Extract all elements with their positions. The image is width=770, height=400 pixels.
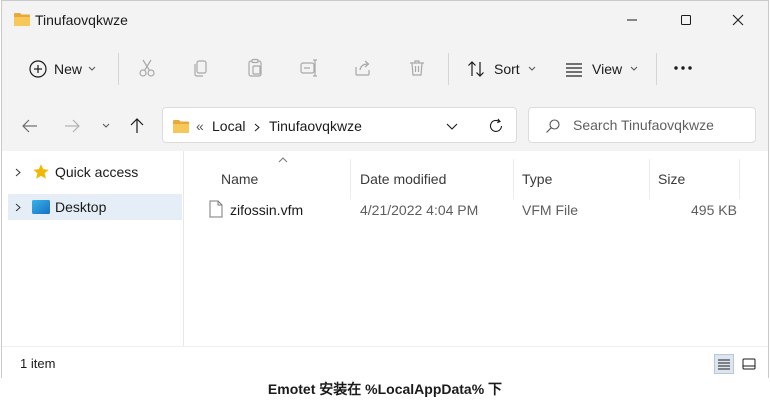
sort-icon — [468, 61, 484, 77]
toolbar-divider — [656, 53, 657, 85]
arrow-right-icon — [65, 119, 80, 133]
file-size: 495 KB — [691, 202, 737, 218]
column-header-name[interactable]: Name — [201, 159, 351, 199]
cut-button[interactable] — [136, 57, 158, 79]
scissors-icon — [139, 59, 155, 77]
column-header-label: Name — [221, 171, 259, 187]
title-bar: Tinufaovqkwze — [2, 1, 768, 39]
delete-button[interactable] — [406, 57, 428, 79]
chevron-down-icon[interactable] — [446, 123, 458, 131]
trash-icon — [410, 60, 424, 76]
column-header-label: Size — [658, 171, 686, 187]
address-bar[interactable]: « Local Tinufaovqkwze — [162, 107, 517, 143]
back-button[interactable] — [20, 116, 40, 136]
view-list-icon — [566, 63, 582, 77]
chevron-right-icon[interactable] — [8, 203, 28, 212]
file-icon — [209, 200, 223, 218]
command-bar: New Sort View — [2, 39, 768, 100]
minimize-button[interactable] — [610, 5, 654, 35]
plus-circle-icon — [29, 60, 47, 78]
recent-locations-button[interactable] — [96, 116, 116, 136]
file-list: Name Date modified Type Size zifossin.vf… — [185, 151, 769, 346]
nav-item-label: Desktop — [55, 199, 107, 215]
view-button[interactable]: View — [564, 53, 638, 85]
arrow-up-icon — [130, 118, 144, 133]
breadcrumb-local[interactable]: Local — [212, 118, 245, 134]
desktop-icon — [32, 200, 50, 214]
copy-icon — [194, 60, 207, 77]
more-icon — [674, 66, 692, 70]
close-button[interactable] — [716, 5, 760, 35]
window-title: Tinufaovqkwze — [35, 12, 128, 28]
figure-caption: Emotet 安装在 %LocalAppData% 下 — [267, 381, 503, 397]
breadcrumb-overflow[interactable]: « — [196, 118, 204, 134]
copy-button[interactable] — [190, 57, 212, 79]
share-icon — [355, 60, 370, 76]
file-name: zifossin.vfm — [230, 202, 304, 218]
column-header-label: Date modified — [360, 171, 447, 187]
folder-icon — [173, 120, 189, 133]
search-box[interactable] — [528, 107, 756, 143]
clipboard-icon — [248, 58, 262, 77]
chevron-right-icon — [254, 123, 260, 132]
maximize-button[interactable] — [664, 5, 708, 35]
status-bar: 1 item — [2, 346, 768, 379]
sort-label: Sort — [494, 61, 520, 77]
file-type: VFM File — [522, 202, 578, 218]
toolbar-divider — [118, 53, 119, 85]
chevron-down-icon — [630, 66, 638, 71]
arrow-left-icon — [22, 119, 37, 133]
view-label: View — [592, 61, 623, 77]
nav-item-desktop[interactable]: Desktop — [8, 194, 182, 220]
new-label: New — [54, 61, 83, 77]
sort-button[interactable]: Sort — [466, 53, 536, 85]
column-header-size[interactable]: Size — [650, 159, 740, 199]
toolbar-divider — [448, 53, 449, 85]
column-header-date-modified[interactable]: Date modified — [351, 159, 514, 199]
search-icon — [546, 119, 560, 133]
column-header-type[interactable]: Type — [514, 159, 650, 199]
minimize-icon — [627, 19, 637, 21]
star-icon — [33, 164, 49, 179]
breadcrumb-current-folder[interactable]: Tinufaovqkwze — [269, 118, 362, 134]
details-view-button[interactable] — [714, 354, 734, 374]
navigation-bar: « Local Tinufaovqkwze — [2, 99, 768, 151]
column-header-label: Type — [522, 171, 553, 187]
explorer-window: Tinufaovqkwze New Sort View « Local Tinu… — [1, 0, 769, 379]
forward-button[interactable] — [62, 116, 82, 136]
chevron-down-icon — [528, 66, 536, 71]
search-input[interactable] — [573, 116, 745, 134]
more-options-button[interactable] — [672, 57, 694, 79]
large-icons-view-button[interactable] — [739, 354, 759, 374]
thumbnail-view-icon — [742, 358, 756, 370]
share-button[interactable] — [352, 57, 374, 79]
navigation-pane: Quick access Desktop — [2, 151, 184, 346]
content-area: Quick access Desktop Name Date modified … — [2, 151, 768, 346]
chevron-right-icon[interactable] — [8, 168, 28, 177]
chevron-down-icon — [88, 66, 96, 71]
folder-icon — [14, 13, 30, 26]
nav-item-label: Quick access — [55, 164, 139, 180]
file-date-modified: 4/21/2022 4:04 PM — [360, 202, 479, 218]
new-button[interactable]: New — [20, 51, 104, 87]
rename-icon — [300, 59, 317, 77]
up-button[interactable] — [127, 116, 147, 136]
refresh-icon[interactable] — [487, 117, 505, 135]
nav-item-quick-access[interactable]: Quick access — [8, 159, 182, 185]
chevron-down-icon — [102, 123, 110, 128]
item-count: 1 item — [20, 356, 56, 371]
details-view-icon — [718, 359, 730, 370]
maximize-icon — [681, 15, 691, 25]
paste-button[interactable] — [244, 57, 266, 79]
file-row[interactable]: zifossin.vfm 4/21/2022 4:04 PM VFM File … — [201, 195, 761, 225]
close-icon — [732, 14, 744, 26]
rename-button[interactable] — [298, 57, 320, 79]
